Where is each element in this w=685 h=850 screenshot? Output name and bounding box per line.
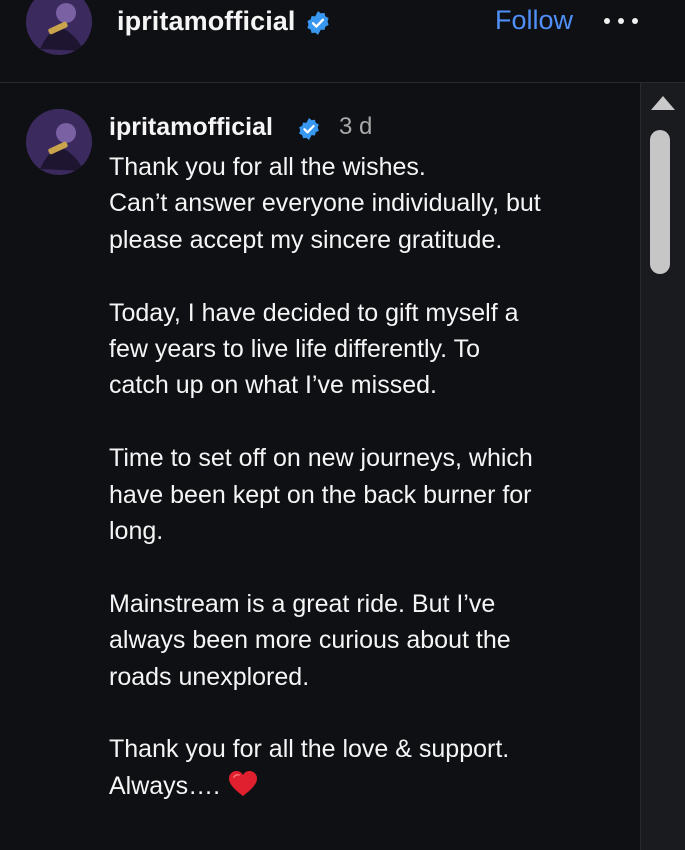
comment-line: have been kept on the back burner for bbox=[109, 480, 532, 509]
comment-line: Today, I have decided to gift myself a bbox=[109, 298, 519, 327]
comment-username[interactable]: ipritamofficial bbox=[109, 113, 273, 142]
more-options-icon[interactable] bbox=[604, 16, 638, 26]
scrollbar-thumb[interactable] bbox=[650, 130, 670, 274]
follow-button[interactable]: Follow bbox=[495, 5, 573, 36]
verified-badge-icon bbox=[307, 11, 329, 35]
comment-avatar[interactable] bbox=[26, 109, 92, 175]
comment-line: Thank you for all the wishes. bbox=[109, 153, 426, 181]
comment-paragraph: Thank you for all the love & support. Al… bbox=[109, 731, 609, 804]
comment-paragraph: Today, I have decided to gift myself a f… bbox=[109, 295, 609, 404]
comment: ipritamofficial 3 d Thank you for all th… bbox=[0, 83, 640, 850]
verified-badge-icon bbox=[299, 118, 319, 140]
comment-line: long. bbox=[109, 517, 164, 546]
comment-paragraph: Thank you for all the wishes. Can’t answ… bbox=[109, 149, 609, 258]
scrollbar[interactable] bbox=[640, 83, 685, 850]
scroll-up-arrow-icon[interactable] bbox=[651, 96, 675, 110]
comment-line: please accept my sincere gratitude. bbox=[109, 225, 503, 254]
comment-paragraph: Time to set off on new journeys, which h… bbox=[109, 440, 609, 549]
header-username[interactable]: ipritamofficial bbox=[117, 6, 296, 37]
comment-line: roads unexplored. bbox=[109, 662, 310, 691]
comment-text: Thank you for all the wishes. Can’t answ… bbox=[109, 149, 609, 804]
comment-line: Time to set off on new journeys, which bbox=[109, 444, 533, 473]
comment-line: Mainstream is a great ride. But I’ve bbox=[109, 589, 496, 618]
red-heart-icon bbox=[229, 770, 258, 796]
comment-line: always been more curious about the bbox=[109, 626, 511, 655]
profile-avatar[interactable] bbox=[26, 0, 92, 55]
comment-line-with-emoji: Always…. bbox=[109, 768, 609, 804]
comment-line: Always…. bbox=[109, 771, 221, 800]
comment-line: Can’t answer everyone individually, but bbox=[109, 189, 541, 218]
comment-line: Thank you for all the love & support. bbox=[109, 735, 510, 764]
post-header: ipritamofficial Follow bbox=[0, 0, 685, 83]
comment-timestamp[interactable]: 3 d bbox=[339, 113, 372, 141]
comment-line: few years to live life differently. To bbox=[109, 335, 481, 364]
comment-paragraph: Mainstream is a great ride. But I’ve alw… bbox=[109, 586, 609, 695]
comment-line: catch up on what I’ve missed. bbox=[109, 371, 437, 400]
